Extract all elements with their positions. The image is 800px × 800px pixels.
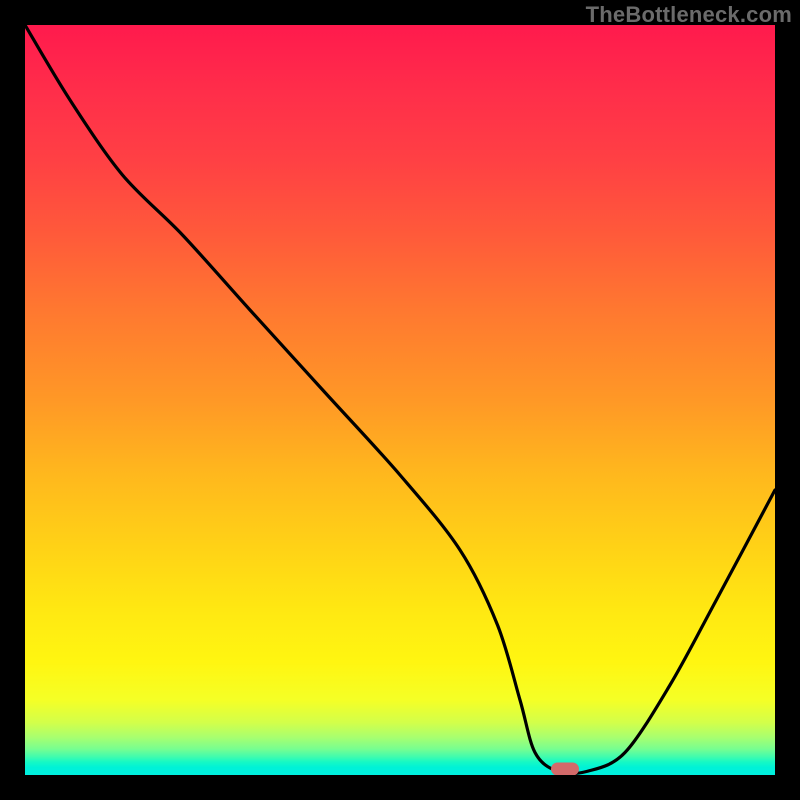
plot-area: [25, 25, 775, 775]
watermark-text: TheBottleneck.com: [586, 2, 792, 28]
curve-svg: [25, 25, 775, 775]
chart-frame: TheBottleneck.com: [0, 0, 800, 800]
minimum-marker: [551, 763, 579, 775]
bottleneck-curve-path: [25, 25, 775, 774]
